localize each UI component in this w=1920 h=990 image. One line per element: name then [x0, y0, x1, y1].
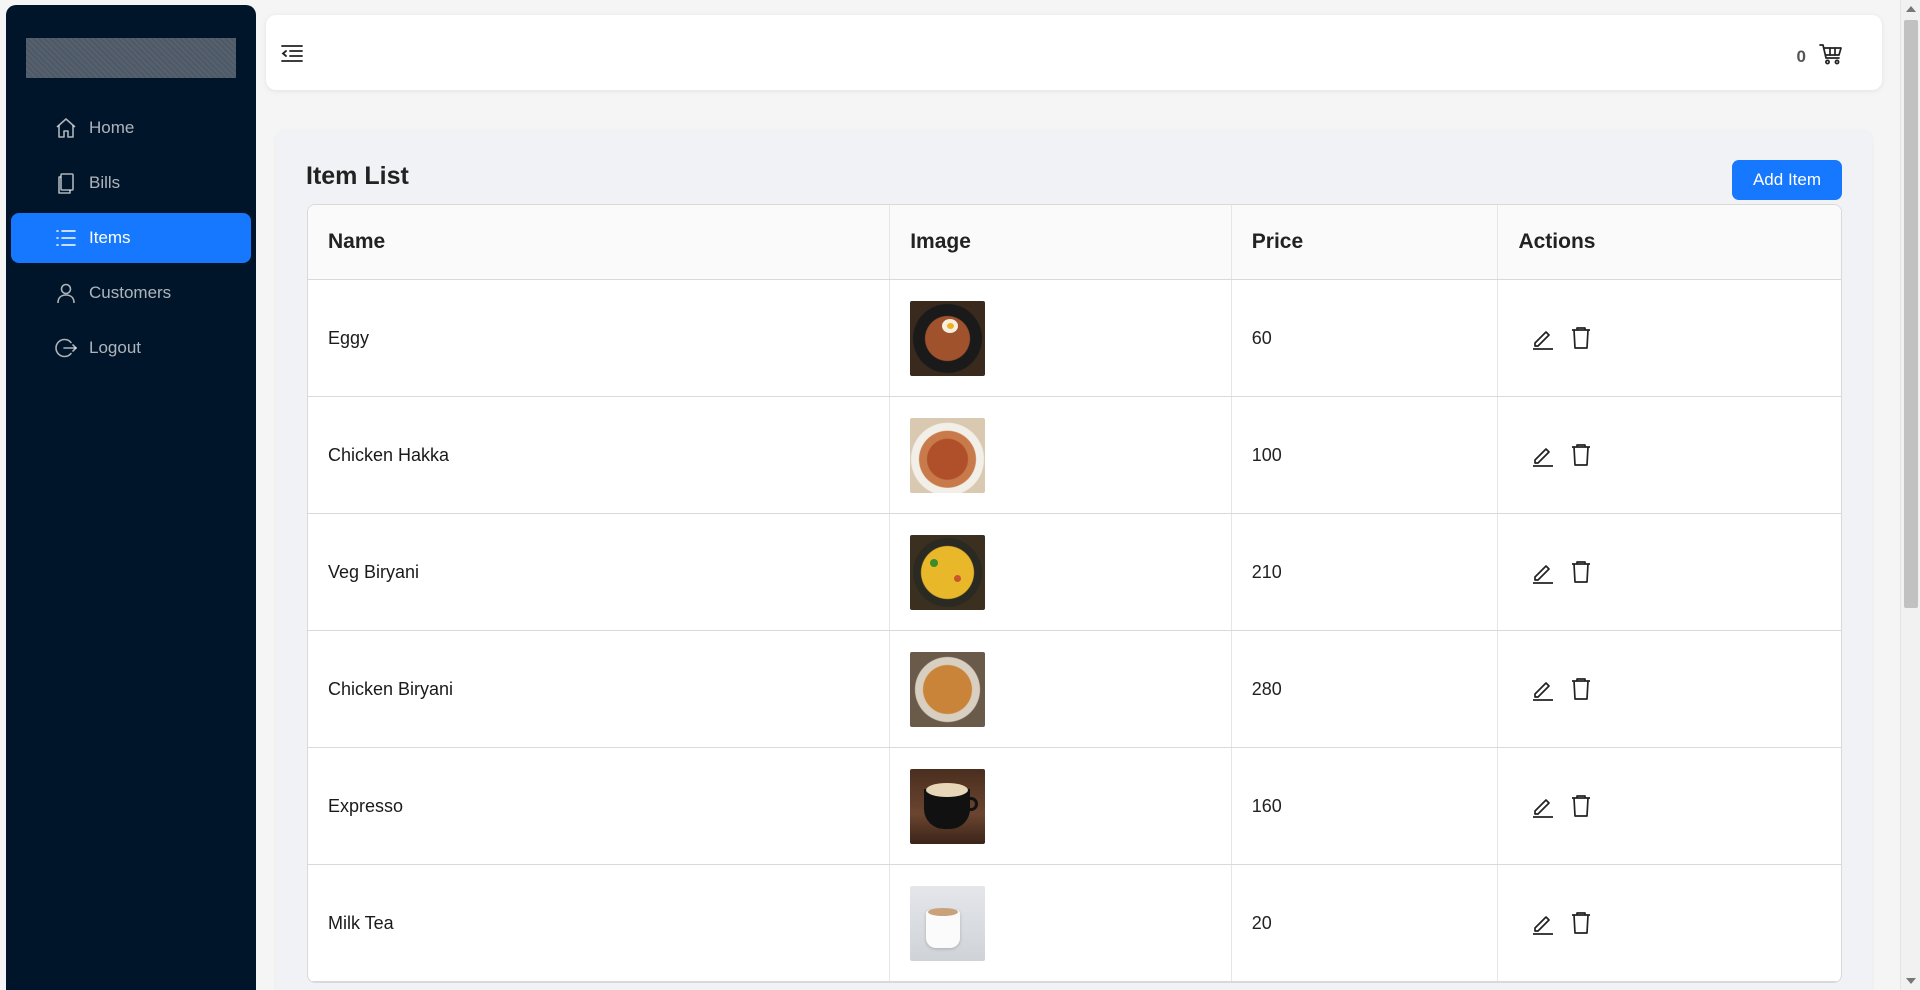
delete-icon[interactable] [1568, 676, 1594, 702]
actions-cell [1498, 514, 1841, 630]
sidebar-menu: Home Bills Items Customers Logout [11, 103, 251, 378]
scroll-up-arrow-icon[interactable] [1906, 6, 1916, 12]
table-row: Chicken Biryani 280 [308, 631, 1841, 748]
item-price: 60 [1232, 280, 1499, 396]
top-header: 0 [266, 15, 1882, 90]
edit-icon[interactable] [1530, 676, 1556, 702]
sidebar-item-label: Home [89, 118, 135, 137]
edit-icon[interactable] [1530, 910, 1556, 936]
item-image [910, 768, 986, 844]
page-title: Item List [306, 162, 409, 190]
actions-cell [1498, 280, 1841, 396]
edit-icon[interactable] [1530, 325, 1556, 351]
table-row: Chicken Hakka 100 [308, 397, 1841, 514]
item-image [910, 534, 986, 610]
copy-icon [53, 170, 79, 196]
item-name: Chicken Biryani [308, 631, 891, 747]
menu-fold-icon[interactable] [279, 41, 305, 67]
logout-icon [53, 335, 79, 361]
sidebar-item-bills[interactable]: Bills [11, 158, 251, 208]
column-header-name[interactable]: Name [308, 205, 891, 279]
sidebar-item-label: Customers [89, 283, 172, 302]
item-name: Veg Biryani [308, 514, 891, 630]
item-name: Milk Tea [308, 865, 891, 981]
actions-cell [1498, 865, 1841, 981]
edit-icon[interactable] [1530, 559, 1556, 585]
table-row: Milk Tea 20 [308, 865, 1841, 982]
cart-count: 0 [1796, 46, 1806, 66]
item-price: 20 [1232, 865, 1499, 981]
content-area: Item List Add Item Name Image Price Acti… [276, 130, 1872, 990]
sidebar-item-home[interactable]: Home [11, 103, 251, 153]
actions-cell [1498, 631, 1841, 747]
delete-icon[interactable] [1568, 442, 1594, 468]
actions-cell [1498, 748, 1841, 864]
user-icon [53, 280, 79, 306]
cart-button[interactable]: 0 [1797, 41, 1844, 72]
scrollbar-thumb[interactable] [1904, 20, 1918, 608]
edit-icon[interactable] [1530, 442, 1556, 468]
item-price: 100 [1232, 397, 1499, 513]
list-icon [53, 225, 79, 251]
table-row: Veg Biryani 210 [308, 514, 1841, 631]
column-header-price[interactable]: Price [1232, 205, 1499, 279]
sidebar-item-items[interactable]: Items [11, 213, 251, 263]
vertical-scrollbar[interactable] [1900, 0, 1920, 990]
scroll-down-arrow-icon[interactable] [1906, 978, 1916, 984]
item-image [910, 300, 986, 376]
sidebar-item-customers[interactable]: Customers [11, 268, 251, 318]
edit-icon[interactable] [1530, 793, 1556, 819]
add-item-button[interactable]: Add Item [1732, 160, 1842, 200]
item-name: Eggy [308, 280, 891, 396]
item-image-cell [890, 514, 1232, 630]
sidebar-item-logout[interactable]: Logout [11, 323, 251, 373]
item-name: Expresso [308, 748, 891, 864]
item-price: 160 [1232, 748, 1499, 864]
item-price: 280 [1232, 631, 1499, 747]
item-image [910, 885, 986, 961]
table-row: Expresso 160 [308, 748, 1841, 865]
table-header: Name Image Price Actions [308, 205, 1841, 280]
column-header-image[interactable]: Image [890, 205, 1232, 279]
sidebar-item-label: Bills [89, 173, 121, 192]
column-header-actions[interactable]: Actions [1498, 205, 1841, 279]
delete-icon[interactable] [1568, 910, 1594, 936]
sidebar: Home Bills Items Customers Logout [6, 5, 256, 990]
item-image [910, 651, 986, 727]
item-image-cell [890, 865, 1232, 981]
item-image-cell [890, 397, 1232, 513]
item-image [910, 417, 986, 493]
sidebar-item-label: Logout [89, 338, 141, 357]
item-image-cell [890, 631, 1232, 747]
delete-icon[interactable] [1568, 559, 1594, 585]
delete-icon[interactable] [1568, 793, 1594, 819]
table-row: Eggy 60 [308, 280, 1841, 397]
items-table: Name Image Price Actions Eggy 60 Chicken… [307, 204, 1842, 983]
home-icon [53, 115, 79, 141]
actions-cell [1498, 397, 1841, 513]
item-image-cell [890, 280, 1232, 396]
item-name: Chicken Hakka [308, 397, 891, 513]
delete-icon[interactable] [1568, 325, 1594, 351]
logo [26, 38, 236, 78]
shopping-cart-icon [1818, 41, 1844, 72]
item-price: 210 [1232, 514, 1499, 630]
sidebar-item-label: Items [89, 228, 131, 247]
item-image-cell [890, 748, 1232, 864]
